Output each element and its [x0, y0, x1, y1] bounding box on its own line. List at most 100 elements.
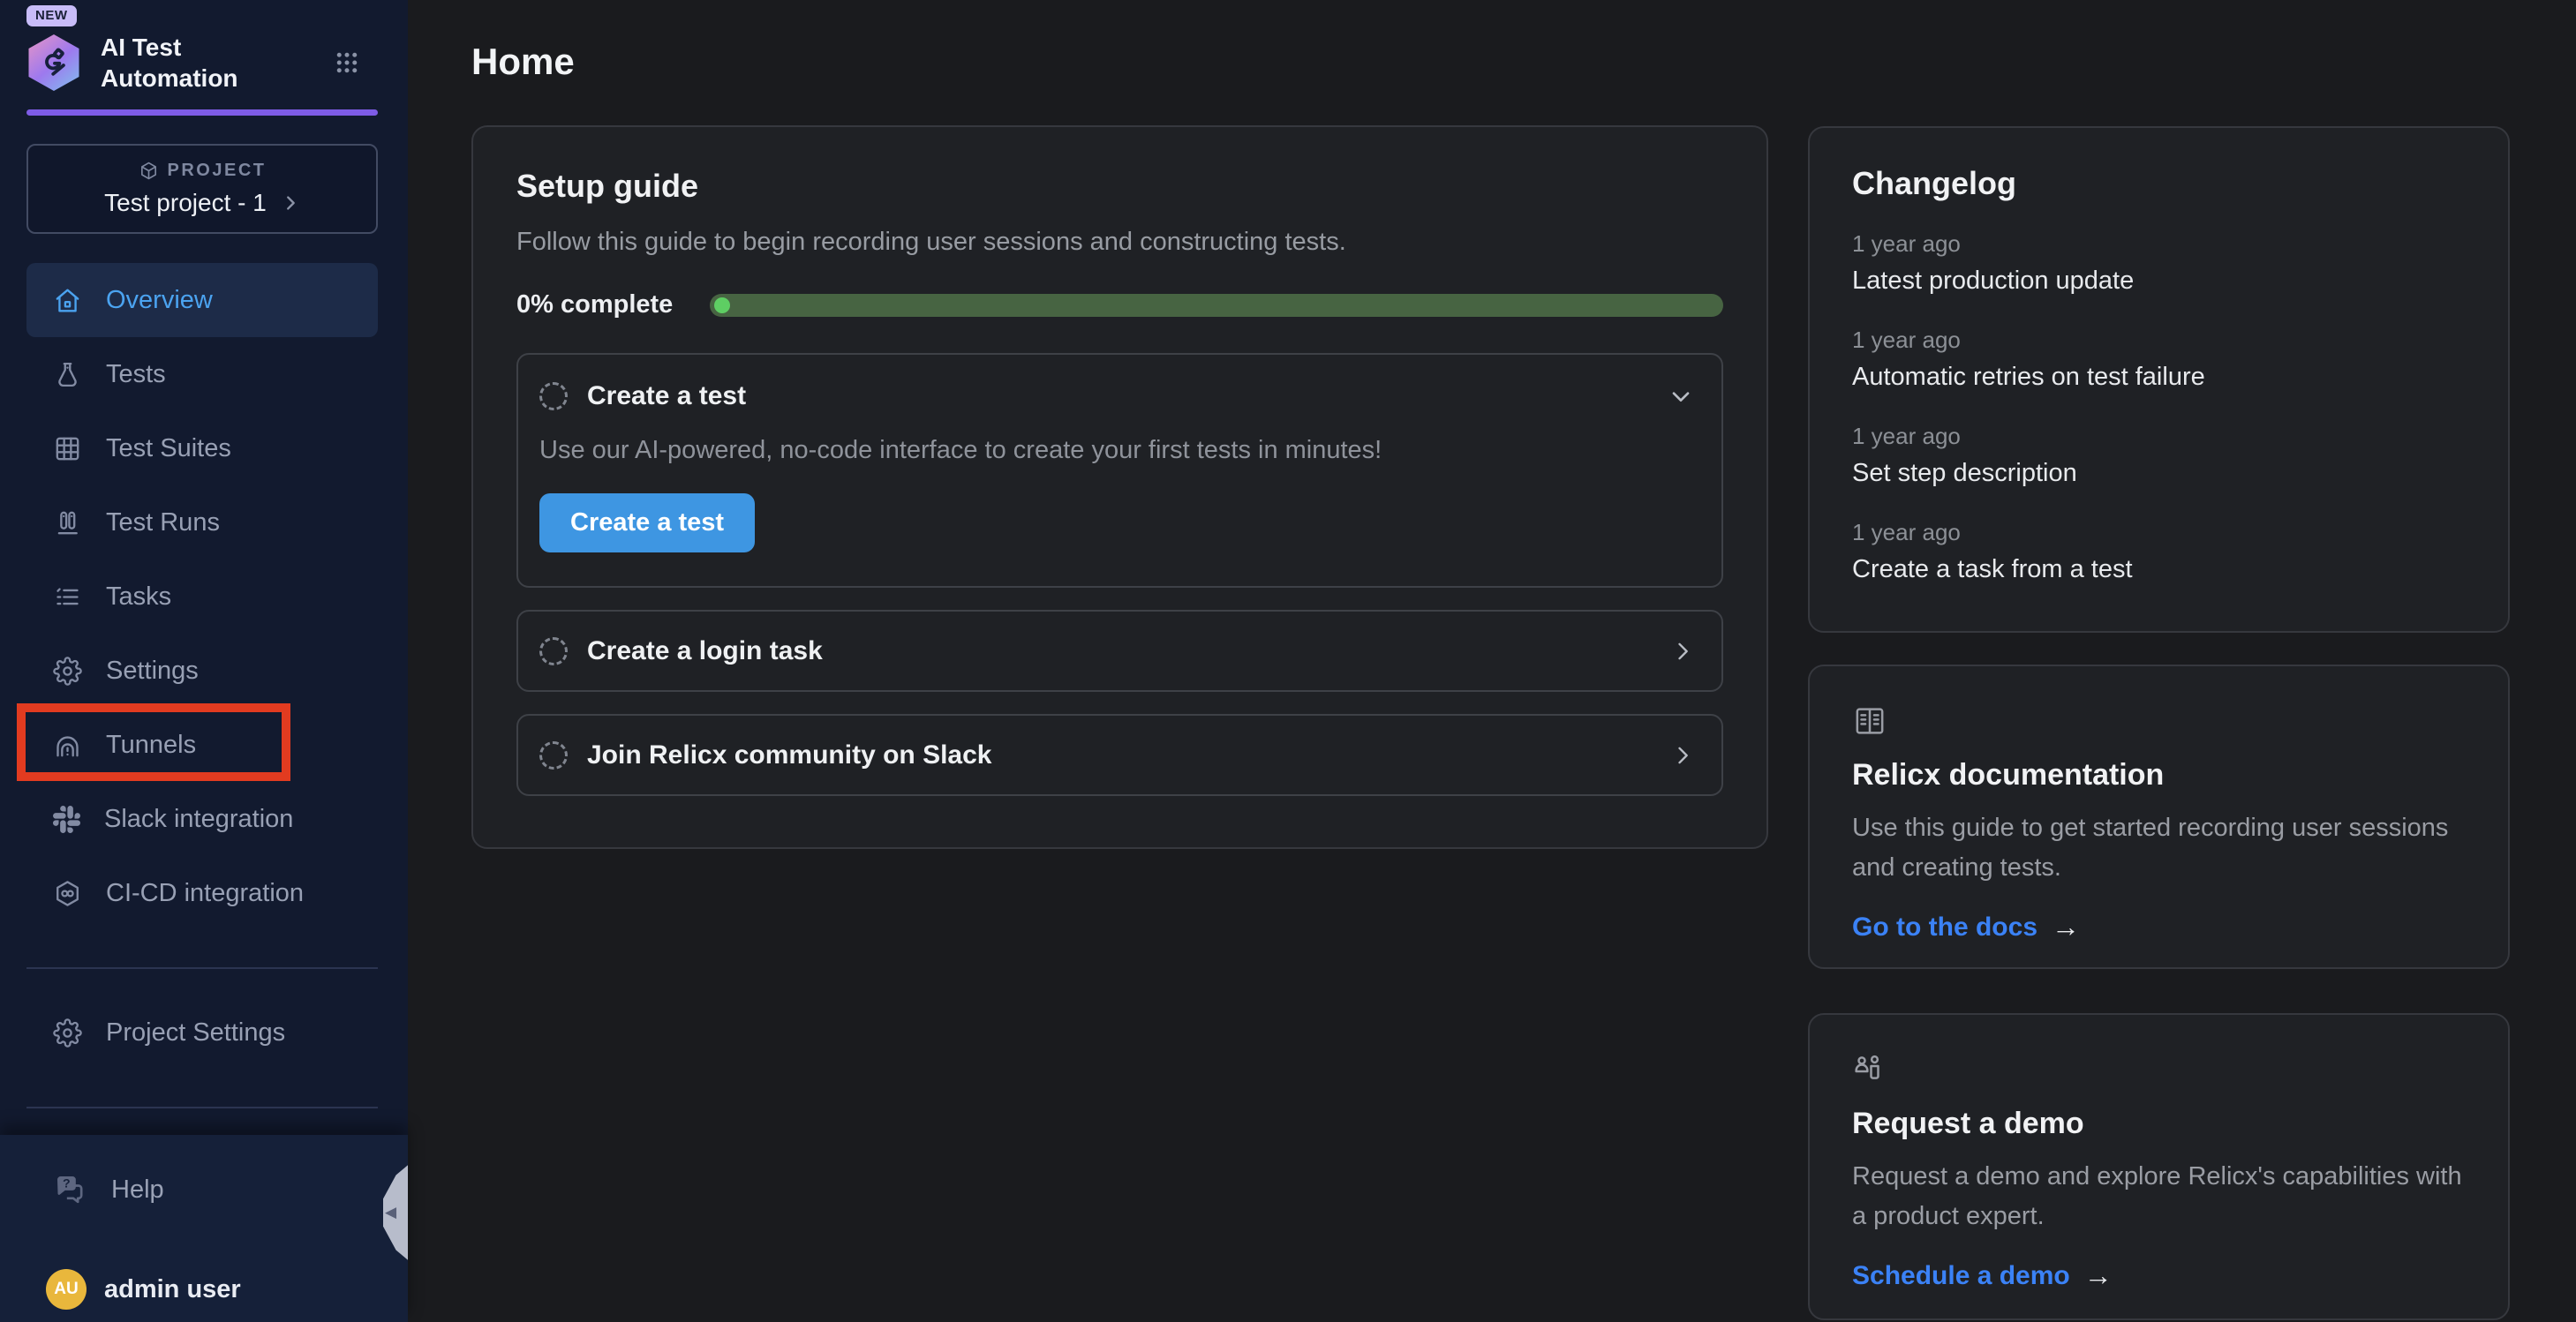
setup-progress: 0% complete [516, 290, 1723, 319]
brand-accent-divider [26, 109, 378, 116]
sidebar-item-label: Settings [106, 657, 199, 686]
changelog-time: 1 year ago [1852, 519, 2466, 546]
changelog-entry: 1 year ago Set step description [1852, 423, 2466, 488]
task-list-icon [53, 582, 82, 612]
sidebar-item-tests[interactable]: Tests [26, 337, 378, 411]
sidebar-nav: Overview Tests Test Suites [26, 263, 378, 930]
new-badge: NEW [26, 5, 77, 26]
sidebar-item-slack-integration[interactable]: Slack integration [26, 782, 378, 856]
sidebar-item-tunnels[interactable]: Tunnels [26, 708, 378, 782]
progress-label: 0% complete [516, 290, 673, 319]
collapse-arrow-icon: ◀ [385, 1204, 396, 1221]
gear-icon [53, 1018, 82, 1048]
changelog-entry: 1 year ago Create a task from a test [1852, 519, 2466, 584]
go-to-docs-link[interactable]: Go to the docs [1852, 913, 2037, 943]
documentation-description: Use this guide to get started recording … [1852, 808, 2466, 888]
sidebar-item-label: Tests [106, 360, 166, 389]
sidebar-item-cicd-integration[interactable]: CI-CD integration [26, 856, 378, 930]
grid-table-icon [53, 434, 82, 463]
brand: AI Test Automation [26, 32, 378, 94]
sidebar-item-settings[interactable]: Settings [26, 634, 378, 708]
brand-title: AI Test Automation [101, 32, 260, 94]
step-join-relicx-community[interactable]: Join Relicx community on Slack [516, 714, 1723, 796]
changelog-entry: 1 year ago Automatic retries on test fai… [1852, 327, 2466, 392]
sidebar-item-tasks[interactable]: Tasks [26, 560, 378, 634]
sidebar: NEW AI Test Automation [0, 0, 408, 1322]
gear-icon [53, 657, 82, 686]
test-tubes-icon [53, 508, 82, 537]
user-name: admin user [104, 1275, 241, 1304]
sidebar-item-test-suites[interactable]: Test Suites [26, 411, 378, 485]
step-title: Join Relicx community on Slack [587, 740, 991, 770]
setup-guide-title: Setup guide [516, 168, 1723, 205]
package-icon [139, 161, 159, 181]
sidebar-item-label: Test Runs [106, 508, 220, 537]
changelog-entry-title: Latest production update [1852, 267, 2466, 296]
sidebar-item-label: Project Settings [106, 1018, 285, 1048]
sidebar-item-test-runs[interactable]: Test Runs [26, 485, 378, 560]
changelog-entry-title: Create a task from a test [1852, 555, 2466, 584]
create-a-test-button[interactable]: Create a test [539, 493, 755, 552]
changelog-entry-title: Set step description [1852, 459, 2466, 488]
schedule-demo-link[interactable]: Schedule a demo [1852, 1261, 2070, 1291]
help-chat-icon: ? [53, 1172, 88, 1207]
setup-guide-description: Follow this guide to begin recording use… [516, 228, 1723, 257]
setup-guide-card: Setup guide Follow this guide to begin r… [471, 125, 1768, 849]
changelog-title: Changelog [1852, 165, 2466, 202]
step-description: Use our AI-powered, no-code interface to… [539, 436, 1695, 465]
page-title: Home [471, 41, 575, 83]
sidebar-item-label: Test Suites [106, 434, 231, 463]
project-label: PROJECT [168, 161, 267, 181]
slack-icon [53, 806, 80, 833]
changelog-card: Changelog 1 year ago Latest production u… [1808, 126, 2510, 633]
chevron-right-icon [281, 193, 300, 213]
changelog-time: 1 year ago [1852, 327, 2466, 354]
cicd-hexagon-icon [53, 879, 82, 908]
user-menu[interactable]: AU admin user [26, 1269, 378, 1310]
avatar: AU [46, 1269, 87, 1310]
step-create-a-test: Create a test Use our AI-powered, no-cod… [516, 353, 1723, 588]
book-icon [1852, 703, 2466, 739]
project-selector[interactable]: PROJECT Test project - 1 [26, 144, 378, 234]
step-status-circle-icon [539, 637, 568, 665]
home-icon [53, 286, 82, 315]
step-header[interactable]: Create a test [539, 381, 1695, 411]
help-button[interactable]: ? Help [26, 1161, 378, 1218]
documentation-title: Relicx documentation [1852, 758, 2466, 792]
sidebar-item-label: CI-CD integration [106, 879, 304, 908]
changelog-entry: 1 year ago Latest production update [1852, 230, 2466, 296]
request-demo-title: Request a demo [1852, 1107, 2466, 1141]
help-label: Help [111, 1176, 164, 1205]
sidebar-item-label: Overview [106, 286, 213, 315]
arrow-right-icon: → [2052, 911, 2080, 943]
sidebar-divider [26, 967, 378, 969]
sidebar-divider [26, 1107, 378, 1108]
tunnel-icon [53, 731, 82, 760]
chevron-down-icon[interactable] [1667, 382, 1695, 410]
step-title: Create a test [587, 381, 746, 411]
documentation-card: Relicx documentation Use this guide to g… [1808, 665, 2510, 969]
step-title: Create a login task [587, 636, 823, 666]
step-create-a-login-task[interactable]: Create a login task [516, 610, 1723, 692]
step-status-circle-icon [539, 741, 568, 770]
request-demo-description: Request a demo and explore Relicx's capa… [1852, 1157, 2466, 1236]
changelog-entry-title: Automatic retries on test failure [1852, 363, 2466, 392]
progress-dot [714, 297, 730, 313]
sidebar-item-project-settings[interactable]: Project Settings [26, 995, 378, 1070]
progress-bar [710, 294, 1723, 317]
sidebar-footer: ? Help AU admin user [0, 1135, 408, 1322]
sidebar-item-label: Tunnels [106, 731, 196, 760]
sidebar-item-label: Tasks [106, 582, 171, 612]
people-icon [1852, 1052, 2466, 1087]
svg-text:?: ? [63, 1177, 71, 1191]
sidebar-section-project-settings: Project Settings [26, 995, 378, 1070]
sidebar-item-overview[interactable]: Overview [26, 263, 378, 337]
sidebar-item-label: Slack integration [104, 805, 293, 834]
changelog-time: 1 year ago [1852, 423, 2466, 450]
changelog-list: 1 year ago Latest production update 1 ye… [1852, 230, 2466, 584]
project-name: Test project - 1 [104, 189, 267, 217]
changelog-time: 1 year ago [1852, 230, 2466, 258]
app-launcher-grid-icon[interactable] [334, 49, 360, 76]
arrow-right-icon: → [2084, 1259, 2113, 1292]
step-status-circle-icon [539, 382, 568, 410]
